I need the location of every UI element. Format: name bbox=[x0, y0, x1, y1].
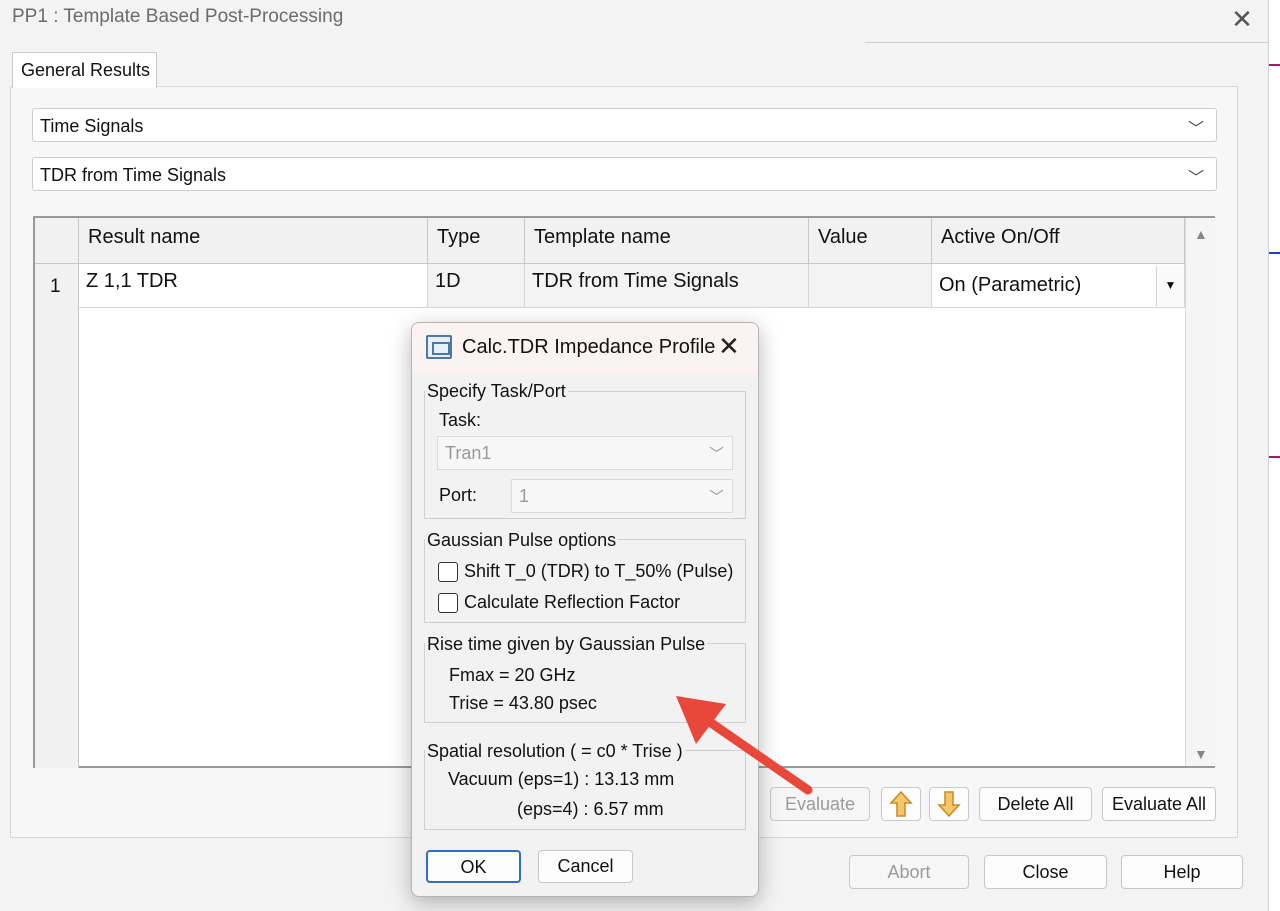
task-port-group-title: Specify Task/Port bbox=[425, 381, 568, 402]
close-button[interactable]: Close bbox=[984, 855, 1107, 889]
cancel-button[interactable]: Cancel bbox=[538, 850, 633, 883]
row-number-header bbox=[35, 218, 79, 264]
cell-type[interactable]: 1D bbox=[428, 264, 525, 308]
ok-button[interactable]: OK bbox=[426, 850, 521, 883]
tab-general-results[interactable]: General Results bbox=[12, 52, 157, 88]
column-header-result-name[interactable]: Result name bbox=[79, 218, 428, 264]
help-button[interactable]: Help bbox=[1121, 855, 1243, 889]
app-window-icon bbox=[426, 335, 452, 359]
vertical-scrollbar[interactable]: ▲ ▼ bbox=[1185, 218, 1215, 766]
divider bbox=[865, 42, 1270, 43]
trise-readout: Trise = 43.80 psec bbox=[449, 693, 597, 713]
row-number: 1 bbox=[50, 276, 61, 297]
fmax-readout: Fmax = 20 GHz bbox=[449, 665, 576, 685]
move-up-button[interactable] bbox=[881, 787, 921, 821]
task-select-value: Tran1 bbox=[445, 443, 492, 463]
chevron-down-icon: ﹀ bbox=[1187, 170, 1204, 187]
accent-mark bbox=[1269, 252, 1280, 254]
chevron-down-icon: ﹀ bbox=[708, 446, 724, 463]
column-header-type[interactable]: Type bbox=[428, 218, 525, 264]
dialog-title: Calc.TDR Impedance Profile bbox=[462, 336, 716, 358]
task-label: Task: bbox=[439, 410, 482, 430]
shift-t0-label[interactable]: Shift T_0 (TDR) to T_50% (Pulse) bbox=[464, 561, 733, 582]
evaluate-all-button[interactable]: Evaluate All bbox=[1102, 787, 1216, 821]
spatial-resolution-group-title: Spatial resolution ( = c0 * Trise ) bbox=[425, 741, 685, 762]
dropdown-arrow-icon[interactable]: ▼ bbox=[1156, 266, 1184, 306]
gaussian-options-group-title: Gaussian Pulse options bbox=[425, 530, 619, 551]
cell-active-dropdown[interactable]: On (Parametric) ▼ bbox=[932, 264, 1185, 308]
cell-template-name[interactable]: TDR from Time Signals bbox=[525, 264, 809, 308]
accent-mark bbox=[1269, 64, 1280, 66]
dialog-close-icon[interactable]: ✕ bbox=[718, 333, 740, 359]
port-label: Port: bbox=[439, 485, 478, 505]
eps4-resolution-readout: (eps=4) : 6.57 mm bbox=[517, 799, 664, 819]
accent-mark bbox=[1269, 456, 1280, 458]
row-header-column: 1 bbox=[35, 264, 79, 768]
vacuum-resolution-readout: Vacuum (eps=1) : 13.13 mm bbox=[448, 769, 675, 789]
template-select[interactable]: TDR from Time Signals ﹀ bbox=[32, 157, 1217, 191]
move-down-button[interactable] bbox=[929, 787, 969, 821]
arrow-up-icon bbox=[889, 790, 913, 817]
dialog-title-bar: Calc.TDR Impedance Profile ✕ bbox=[412, 323, 758, 373]
category-select[interactable]: Time Signals ﹀ bbox=[32, 108, 1217, 142]
delete-all-button[interactable]: Delete All bbox=[979, 787, 1092, 821]
category-select-value: Time Signals bbox=[40, 116, 144, 136]
scroll-up-icon[interactable]: ▲ bbox=[1194, 226, 1208, 242]
scroll-down-icon[interactable]: ▼ bbox=[1194, 746, 1208, 762]
reflection-factor-checkbox[interactable] bbox=[438, 593, 458, 613]
port-select-value: 1 bbox=[519, 486, 530, 506]
task-select[interactable]: Tran1 ﹀ bbox=[437, 436, 733, 470]
column-header-active[interactable]: Active On/Off bbox=[932, 218, 1185, 264]
evaluate-button[interactable]: Evaluate bbox=[770, 787, 870, 821]
active-value: On (Parametric) bbox=[939, 274, 1082, 296]
column-header-value[interactable]: Value bbox=[809, 218, 932, 264]
window-close-icon[interactable]: ✕ bbox=[1228, 6, 1256, 34]
rise-time-group-title: Rise time given by Gaussian Pulse bbox=[425, 634, 708, 655]
template-select-value: TDR from Time Signals bbox=[40, 165, 227, 185]
port-select[interactable]: 1 ﹀ bbox=[511, 479, 733, 513]
chevron-down-icon: ﹀ bbox=[708, 489, 724, 506]
chevron-down-icon: ﹀ bbox=[1187, 121, 1204, 138]
arrow-down-icon bbox=[937, 791, 961, 818]
cell-value[interactable] bbox=[809, 264, 932, 308]
cell-result-name[interactable]: Z 1,1 TDR bbox=[79, 264, 428, 308]
abort-button[interactable]: Abort bbox=[849, 855, 969, 889]
column-header-template-name[interactable]: Template name bbox=[525, 218, 809, 264]
reflection-factor-label[interactable]: Calculate Reflection Factor bbox=[464, 592, 680, 613]
tdr-impedance-dialog: Calc.TDR Impedance Profile ✕ Specify Tas… bbox=[411, 322, 759, 897]
window-title: PP1 : Template Based Post-Processing bbox=[12, 6, 344, 27]
background-window-edge bbox=[1268, 0, 1280, 911]
shift-t0-checkbox[interactable] bbox=[438, 562, 458, 582]
